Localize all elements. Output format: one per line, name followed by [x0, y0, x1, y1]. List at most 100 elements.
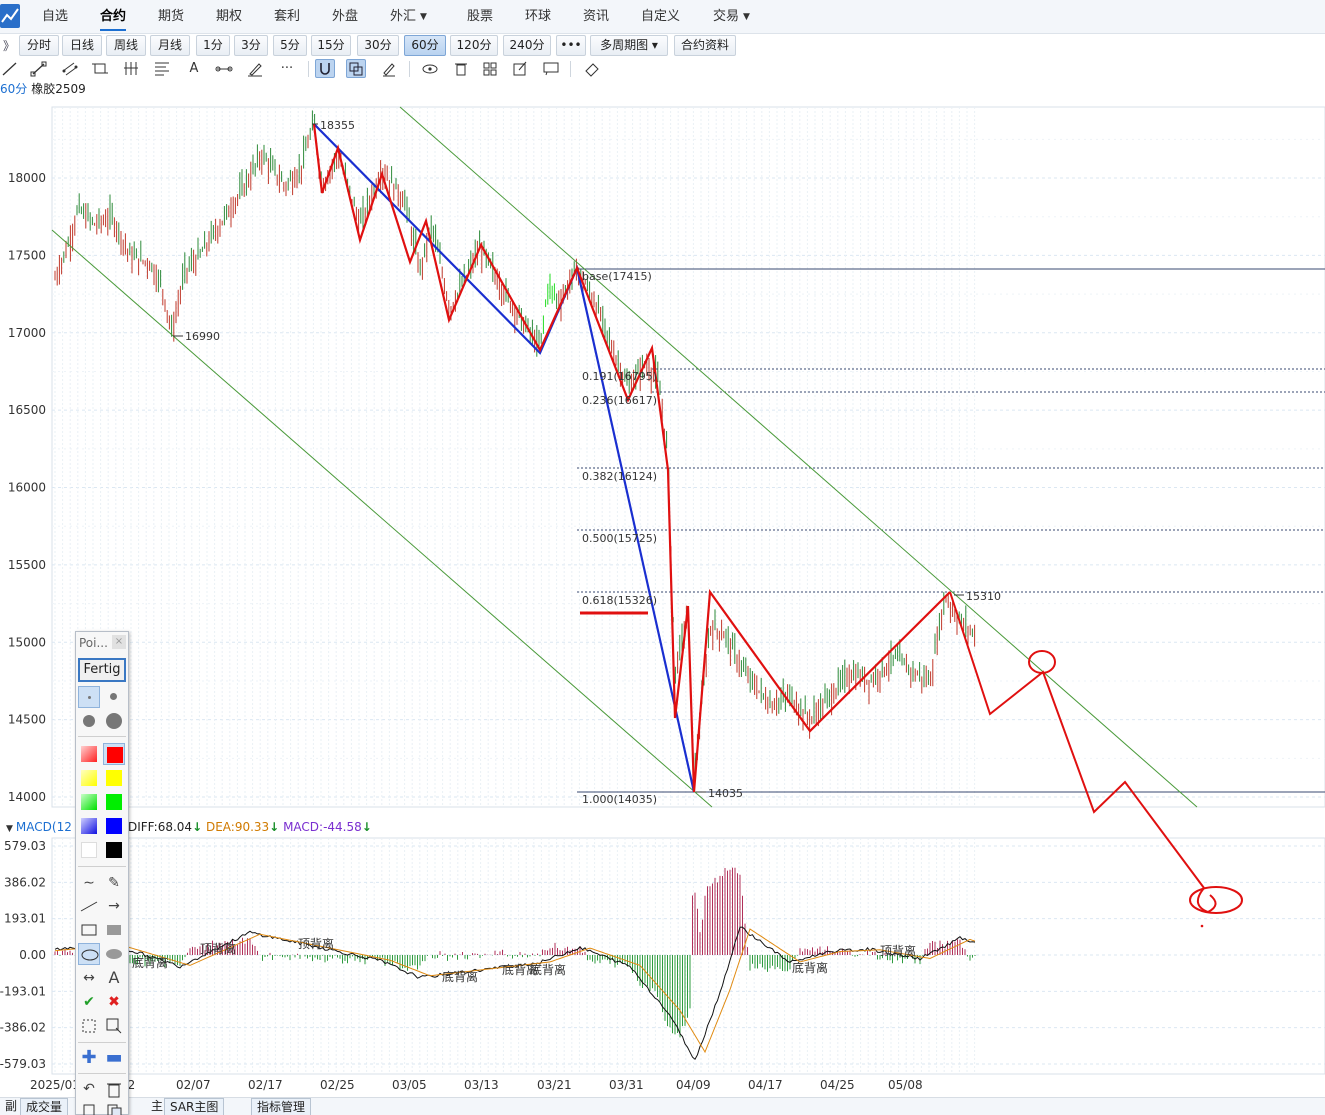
nav-item-11[interactable]: 交易 ▼	[713, 0, 750, 34]
edit-drawing-icon[interactable]	[379, 59, 399, 78]
ray-tool-icon[interactable]	[29, 59, 49, 78]
period-button-14[interactable]: 合约资料	[674, 35, 736, 56]
new-page-icon[interactable]	[78, 1100, 100, 1115]
nav-item-2[interactable]: 期货	[158, 0, 184, 34]
red-swirl-mark	[1197, 887, 1217, 914]
undo-icon[interactable]: ↶	[78, 1078, 100, 1100]
text-icon[interactable]: A	[103, 967, 125, 989]
macd-indicator-label[interactable]: MACD(12	[16, 820, 72, 834]
freehand-icon[interactable]: ∼	[78, 872, 100, 894]
rectangle-icon[interactable]	[78, 919, 100, 941]
color-blue-gradient[interactable]	[78, 815, 100, 837]
brush-tool-icon[interactable]	[245, 59, 265, 78]
pen-icon[interactable]: ✎	[103, 872, 125, 894]
period-button-1[interactable]: 日线	[62, 35, 102, 56]
price-axis-label: 17500	[8, 248, 46, 262]
more-tools-icon[interactable]: ···	[277, 59, 297, 78]
double-arrow-icon[interactable]: ↔	[78, 967, 100, 989]
color-green[interactable]	[103, 791, 125, 813]
tab-indicator-manage[interactable]: 指标管理	[251, 1098, 312, 1115]
period-button-10[interactable]: 120分	[450, 35, 498, 56]
fork-tool-icon[interactable]	[121, 59, 141, 78]
channel-upper-line	[399, 106, 1198, 808]
chevron-down-icon: ▼	[420, 12, 427, 22]
comment-icon[interactable]	[541, 59, 561, 78]
color-yellow-gradient[interactable]	[78, 767, 100, 789]
nav-item-0[interactable]: 自选	[42, 0, 68, 34]
period-button-13[interactable]: 多周期图 ▾	[590, 35, 668, 56]
date-axis-label: 05/08	[888, 1078, 923, 1092]
color-red[interactable]	[103, 743, 125, 765]
fibonacci-tool-icon[interactable]	[152, 59, 172, 78]
zoom-region-icon[interactable]	[103, 1015, 125, 1037]
grid-icon[interactable]	[480, 59, 500, 78]
line-tool-icon[interactable]	[0, 59, 20, 78]
color-black[interactable]	[103, 839, 125, 861]
nav-item-4[interactable]: 套利	[274, 0, 300, 34]
parallel-channel-icon[interactable]	[60, 59, 80, 78]
ellipse-icon[interactable]	[78, 943, 100, 965]
nav-item-1[interactable]: 合约	[100, 0, 127, 34]
red-circle-marker	[1028, 650, 1056, 674]
collapse-toolbar-icon[interactable]: 》	[3, 37, 15, 54]
nav-item-6[interactable]: 外汇 ▼	[390, 0, 427, 34]
period-button-6[interactable]: 5分	[273, 35, 307, 56]
zoom-out-icon[interactable]: ▬	[103, 1047, 125, 1069]
bottom-divergence-label: 底背离	[442, 969, 478, 984]
check-icon[interactable]: ✔	[78, 991, 100, 1013]
period-button-5[interactable]: 3分	[234, 35, 268, 56]
tab-sar-main[interactable]: SAR主图	[164, 1098, 225, 1115]
select-region-icon[interactable]	[78, 1015, 100, 1037]
copy-drawing-icon[interactable]	[346, 59, 366, 78]
filled-ellipse-icon[interactable]	[103, 943, 125, 965]
period-button-11[interactable]: 240分	[503, 35, 551, 56]
nav-item-8[interactable]: 环球	[525, 0, 551, 34]
nav-item-5[interactable]: 外盘	[332, 0, 358, 34]
nav-item-9[interactable]: 资讯	[583, 0, 609, 34]
nav-item-7[interactable]: 股票	[467, 0, 493, 34]
trash-icon[interactable]	[103, 1078, 125, 1100]
color-white[interactable]	[78, 839, 100, 861]
eraser-icon[interactable]	[582, 59, 602, 78]
fib-level-label: 0.382(16124)	[582, 470, 657, 483]
color-green-gradient[interactable]	[78, 791, 100, 813]
point-size-3[interactable]	[78, 710, 100, 732]
period-button-7[interactable]: 15分	[311, 35, 351, 56]
color-red-gradient[interactable]	[78, 743, 100, 765]
eye-icon[interactable]	[420, 59, 440, 78]
filled-rectangle-icon[interactable]	[103, 919, 125, 941]
period-button-9[interactable]: 60分	[404, 35, 446, 56]
export-icon[interactable]	[510, 59, 530, 78]
nav-item-10[interactable]: 自定义	[641, 0, 680, 34]
blue-wave-line	[313, 123, 696, 793]
zoom-in-icon[interactable]: ✚	[78, 1047, 100, 1069]
crop-tool-icon[interactable]	[90, 59, 110, 78]
period-button-12[interactable]: •••	[556, 35, 586, 56]
text-tool-icon[interactable]: A	[184, 59, 204, 78]
point-size-2[interactable]	[103, 686, 125, 708]
measure-tool-icon[interactable]	[214, 59, 234, 78]
collapse-triangle-icon[interactable]: ▼	[6, 824, 13, 834]
point-size-1[interactable]	[78, 686, 100, 708]
color-yellow[interactable]	[103, 767, 125, 789]
close-icon[interactable]: ×	[112, 635, 126, 649]
nav-item-label: 交易	[713, 9, 740, 24]
period-button-8[interactable]: 30分	[357, 35, 399, 56]
color-blue[interactable]	[103, 815, 125, 837]
cross-icon[interactable]: ✖	[103, 991, 125, 1013]
period-button-3[interactable]: 月线	[150, 35, 190, 56]
line-icon[interactable]	[78, 895, 100, 917]
period-button-4[interactable]: 1分	[196, 35, 230, 56]
arrow-icon[interactable]: →	[103, 895, 125, 917]
magnet-tool-icon[interactable]	[315, 59, 335, 78]
period-button-0[interactable]: 分时	[19, 35, 59, 56]
red-wave-line	[312, 123, 951, 793]
period-button-2[interactable]: 周线	[106, 35, 146, 56]
done-button[interactable]: Fertig	[78, 658, 126, 682]
price-chart[interactable]: 18000 17500 17000 16500 16000 15500 15000 14500…	[0, 98, 1325, 1115]
point-size-4[interactable]	[103, 710, 125, 732]
trash-icon[interactable]	[451, 59, 471, 78]
nav-item-3[interactable]: 期权	[216, 0, 242, 34]
tab-volume[interactable]: 成交量	[20, 1098, 69, 1115]
copy-page-icon[interactable]	[103, 1100, 125, 1115]
